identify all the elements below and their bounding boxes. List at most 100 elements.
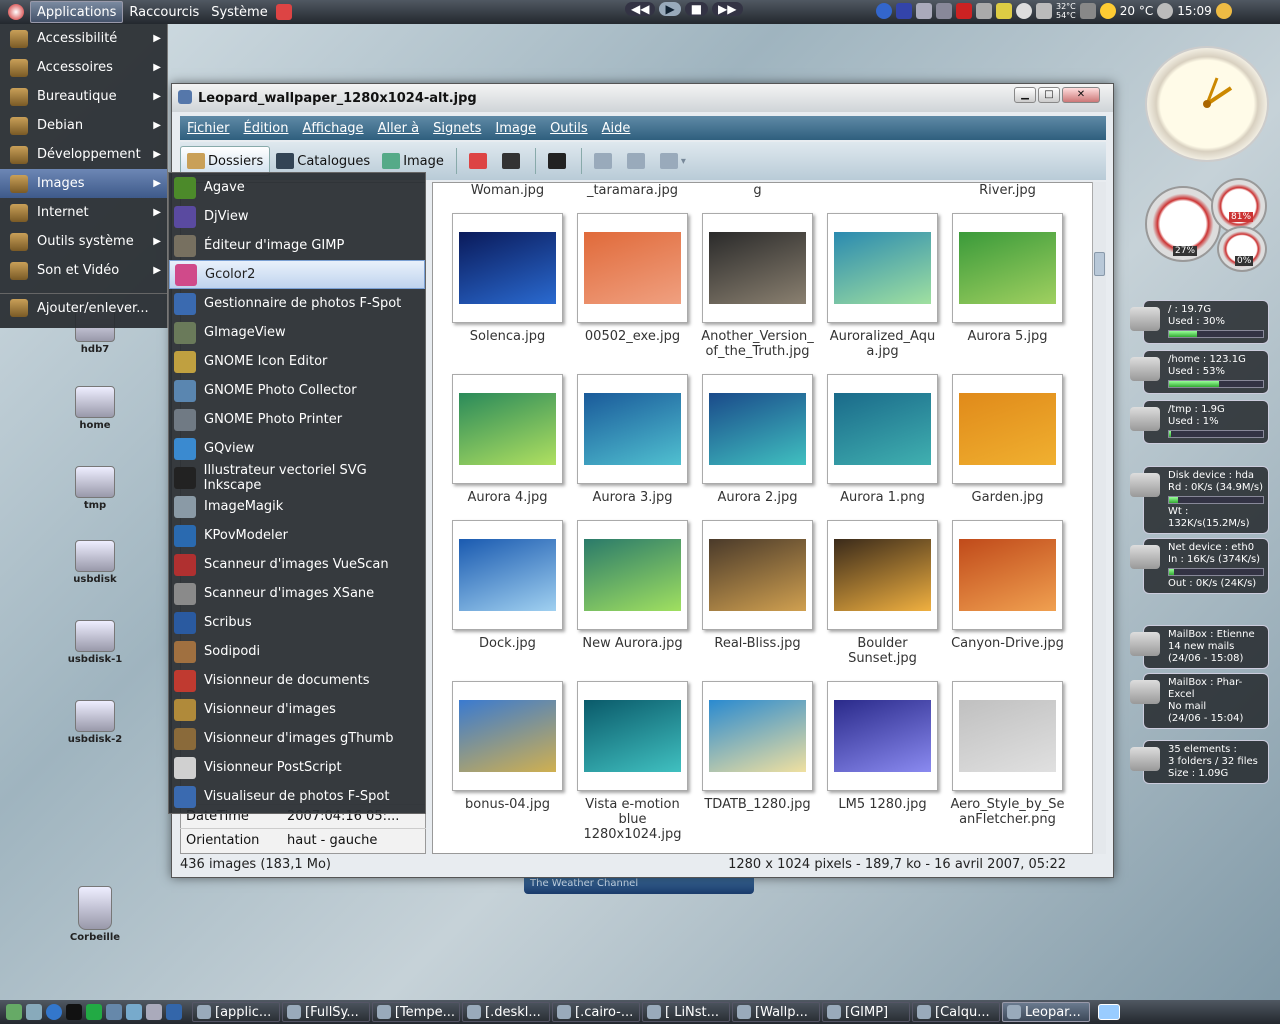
desktop-icon-trash[interactable]: Corbeille: [55, 886, 135, 943]
taskbar-button[interactable]: [ LiNst...: [642, 1002, 730, 1022]
images-submenu-item[interactable]: Visionneur d'images: [169, 695, 425, 724]
thumbnail-caption[interactable]: River.jpg: [945, 183, 1070, 198]
editor-icon[interactable]: [126, 1004, 142, 1020]
images-submenu-item[interactable]: Gestionnaire de photos F-Spot: [169, 289, 425, 318]
app-menu-item[interactable]: Internet ▶: [0, 198, 167, 227]
images-submenu-item[interactable]: GNOME Photo Collector: [169, 376, 425, 405]
monitor-icon[interactable]: [86, 1004, 102, 1020]
stop-icon[interactable]: ■: [684, 2, 709, 16]
notes-icon[interactable]: [996, 3, 1012, 19]
previous-icon[interactable]: ◀◀: [625, 2, 656, 16]
ruby-icon[interactable]: [956, 3, 972, 19]
power-icon[interactable]: [275, 4, 292, 20]
chevron-down-icon[interactable]: ▾: [681, 156, 686, 167]
images-submenu-item[interactable]: ImageMagik: [169, 492, 425, 521]
thumbnail[interactable]: LM5 1280.jpg: [820, 681, 945, 812]
play-icon[interactable]: ▶: [659, 2, 681, 16]
menu-aller-a[interactable]: Aller à: [371, 121, 427, 136]
thumbnail[interactable]: Real-Bliss.jpg: [695, 520, 820, 651]
thumbnail[interactable]: New Aurora.jpg: [570, 520, 695, 651]
maximize-button[interactable]: □: [1038, 87, 1060, 103]
menu-aide[interactable]: Aide: [595, 121, 638, 136]
show-desktop-icon[interactable]: [6, 1004, 22, 1020]
weather-channel-bar[interactable]: The Weather Channel: [524, 878, 754, 894]
images-submenu-item[interactable]: Visualiseur de photos F-Spot: [169, 782, 425, 811]
slideshow-button[interactable]: [496, 146, 529, 176]
thumbnail[interactable]: Boulder Sunset.jpg: [820, 520, 945, 666]
swirl-icon[interactable]: [1016, 3, 1032, 19]
images-submenu-item[interactable]: GNOME Icon Editor: [169, 347, 425, 376]
images-submenu-item[interactable]: GQview: [169, 434, 425, 463]
thumbnail[interactable]: Aurora 5.jpg: [945, 213, 1070, 344]
taskbar-button[interactable]: [applic...: [192, 1002, 280, 1022]
desktop-icon-tmp[interactable]: tmp: [55, 466, 135, 511]
menu-applications[interactable]: Applications: [30, 1, 124, 23]
images-submenu-item[interactable]: Agave: [169, 173, 425, 202]
taskbar-button[interactable]: [GIMP]: [822, 1002, 910, 1022]
app-menu-item[interactable]: Debian ▶: [0, 111, 167, 140]
thumbnail-caption[interactable]: _taramara.jpg: [570, 183, 695, 198]
thumbnail-grid[interactable]: Woman.jpg _taramara.jpg g River.jpg Solenca.…: [432, 182, 1106, 854]
taskbar-button[interactable]: [Tempe...: [372, 1002, 460, 1022]
close-button[interactable]: ✕: [1062, 87, 1100, 103]
find-button[interactable]: [542, 146, 575, 176]
thumbnail-caption[interactable]: Woman.jpg: [445, 183, 570, 198]
thumbnail[interactable]: TDATB_1280.jpg: [695, 681, 820, 812]
chart-icon[interactable]: [106, 1004, 122, 1020]
ear-icon[interactable]: [1036, 3, 1052, 19]
next-icon[interactable]: ▶▶: [712, 2, 743, 16]
help-icon[interactable]: [46, 1004, 62, 1020]
taskbar-button[interactable]: [.cairo-...: [552, 1002, 640, 1022]
app-menu-item[interactable]: Son et Vidéo ▶: [0, 256, 167, 285]
app-menu-item[interactable]: Outils système ▶: [0, 227, 167, 256]
workspace-icon[interactable]: [1098, 1004, 1120, 1020]
images-submenu-item[interactable]: Éditeur d'image GIMP: [169, 231, 425, 260]
menu-affichage[interactable]: Affichage: [295, 121, 370, 136]
moon-icon[interactable]: [1215, 3, 1232, 19]
chat-icon[interactable]: [916, 3, 932, 19]
thumbnail[interactable]: Aurora 2.jpg: [695, 374, 820, 505]
menu-outils[interactable]: Outils: [543, 121, 595, 136]
thumbnail[interactable]: Solenca.jpg: [445, 213, 570, 344]
desktop-icon-home[interactable]: home: [55, 386, 135, 431]
terminal-icon[interactable]: [66, 1004, 82, 1020]
taskbar-button[interactable]: [FullSy...: [282, 1002, 370, 1022]
thumbnail[interactable]: Aurora 4.jpg: [445, 374, 570, 505]
bluetooth-icon[interactable]: [896, 3, 912, 19]
app-menu-item[interactable]: Bureautique ▶: [0, 82, 167, 111]
images-submenu-item[interactable]: Illustrateur vectoriel SVG Inkscape: [169, 463, 425, 493]
clock[interactable]: 15:09: [1177, 4, 1212, 18]
files-icon[interactable]: [166, 1004, 182, 1020]
images-submenu-item[interactable]: DjView: [169, 202, 425, 231]
menu-edition[interactable]: Édition: [237, 121, 296, 136]
window-titlebar[interactable]: Leopard_wallpaper_1280x1024-alt.jpg ▁ □ …: [172, 84, 1113, 112]
volume-icon[interactable]: [1157, 3, 1174, 19]
thumbnail[interactable]: Garden.jpg: [945, 374, 1070, 505]
thumbnail[interactable]: Auroralized_Aqu a.jpg: [820, 213, 945, 359]
thumbnail[interactable]: Canyon-Drive.jpg: [945, 520, 1070, 651]
thumbnail[interactable]: Aurora 1.png: [820, 374, 945, 505]
app-menu-item[interactable]: Développement ▶: [0, 140, 167, 169]
categories-button[interactable]: [621, 146, 654, 176]
thumbnail[interactable]: Another_Version_ of_the_Truth.jpg: [695, 213, 820, 359]
arrow-icon[interactable]: [876, 3, 892, 19]
images-submenu-item[interactable]: Gcolor2: [169, 260, 425, 289]
app-menu-item[interactable]: Accessoires ▶: [0, 53, 167, 82]
chip-icon[interactable]: [1079, 3, 1096, 19]
images-submenu-item[interactable]: GNOME Photo Printer: [169, 405, 425, 434]
menu-signets[interactable]: Signets: [426, 121, 488, 136]
images-submenu-item[interactable]: Scribus: [169, 608, 425, 637]
app-menu-item[interactable]: Ajouter/enlever...: [0, 293, 167, 322]
images-submenu-item[interactable]: Visionneur d'images gThumb: [169, 724, 425, 753]
menu-fichier[interactable]: Fichier: [180, 121, 237, 136]
images-submenu-item[interactable]: Visionneur PostScript: [169, 753, 425, 782]
images-submenu-item[interactable]: Scanneur d'images VueScan: [169, 550, 425, 579]
images-submenu-item[interactable]: Visionneur de documents: [169, 666, 425, 695]
thumbnail[interactable]: Aero_Style_by_Se anFletcher.png: [945, 681, 1070, 827]
desktop-icon-usbdisk[interactable]: usbdisk: [55, 540, 135, 585]
thumbnail[interactable]: Vista e-motion blue 1280x1024.jpg: [570, 681, 695, 842]
scrollbar-thumb[interactable]: [1094, 252, 1105, 276]
menu-systeme[interactable]: Système: [205, 1, 273, 23]
taskbar-button[interactable]: [Calqu...: [912, 1002, 1000, 1022]
computer-icon[interactable]: [26, 1004, 42, 1020]
